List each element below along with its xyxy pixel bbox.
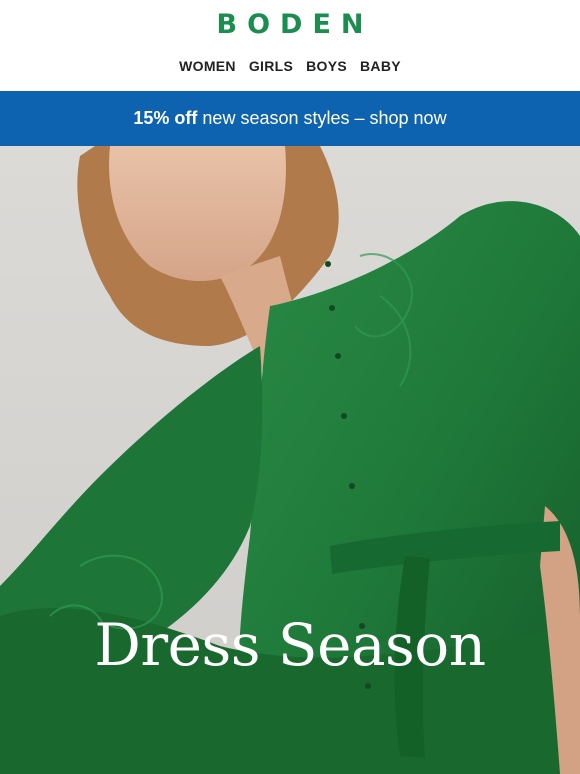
hero-banner[interactable]: Dress Season <box>0 146 580 774</box>
email-header: BODEN WOMEN GIRLS BOYS BABY <box>0 0 580 91</box>
promo-text: new season styles – shop now <box>202 108 447 128</box>
hero-title: Dress Season <box>94 611 486 679</box>
nav-women[interactable]: WOMEN <box>179 58 236 74</box>
nav-baby[interactable]: BABY <box>360 58 401 74</box>
model-green-dress-photo <box>0 146 580 774</box>
nav-girls[interactable]: GIRLS <box>249 58 293 74</box>
category-nav: WOMEN GIRLS BOYS BABY <box>0 58 580 74</box>
nav-boys[interactable]: BOYS <box>306 58 347 74</box>
promo-banner[interactable]: 15% off new season styles – shop now <box>0 91 580 146</box>
boden-logo[interactable]: BODEN <box>0 9 580 41</box>
promo-discount: 15% off <box>133 108 198 128</box>
